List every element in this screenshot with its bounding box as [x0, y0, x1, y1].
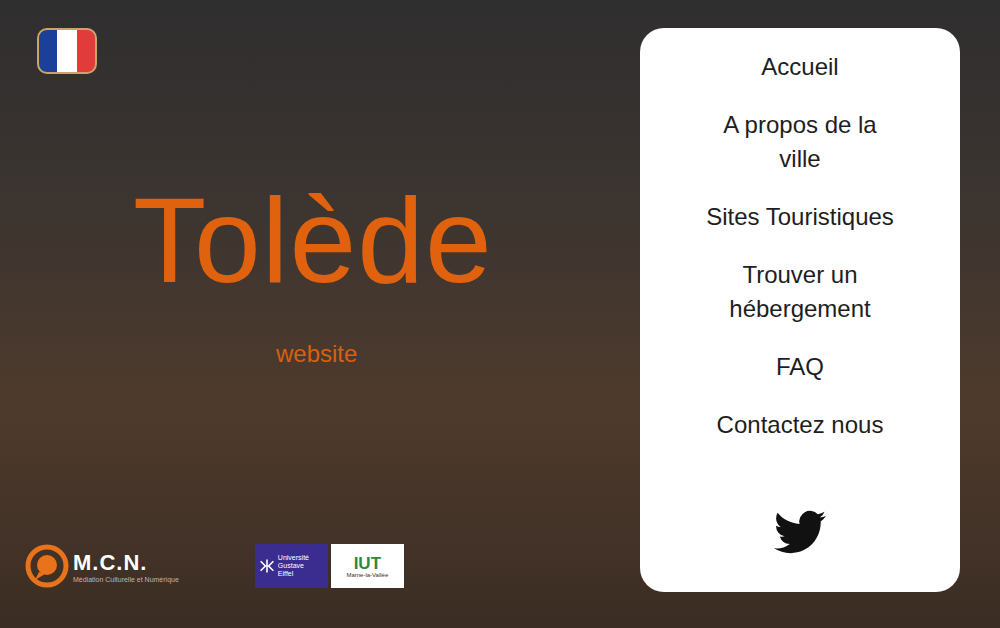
university-logos: Université Gustave Eiffel IUTMarne-la-Val… [255, 544, 404, 588]
menu-item[interactable]: Accueil [761, 50, 838, 84]
menu-panel: Accueil A propos de la ville Sites Tourist… [640, 28, 960, 592]
mcn-tagline: Médiation Culturelle et Numérique [73, 576, 179, 583]
hero: Tolède website M.C.N.Médiation Culturelle … [25, 28, 640, 592]
mcn-text: M.C.N.Médiation Culturelle et Numérique [73, 550, 179, 583]
site-subtitle: website [276, 340, 640, 368]
twitter-bird-icon[interactable] [769, 506, 831, 558]
speech-bubble-icon [25, 544, 69, 588]
menu-item[interactable]: Contactez nous [717, 408, 884, 442]
title-block: Tolède website [25, 180, 640, 368]
university-logo[interactable]: Université Gustave Eiffel [255, 544, 328, 588]
menu-item[interactable]: A propos de la ville [700, 108, 900, 176]
university-name: Université Gustave Eiffel [278, 554, 318, 578]
menu-item[interactable]: Trouver un hébergement [700, 258, 900, 326]
logo-row: M.C.N.Médiation Culturelle et Numérique U… [25, 544, 640, 592]
mcn-logo[interactable]: M.C.N.Médiation Culturelle et Numérique [25, 544, 179, 588]
site-title: Tolède [133, 180, 640, 300]
home-page: Tolède website M.C.N.Médiation Culturelle … [0, 0, 1000, 628]
iut-logo[interactable]: IUTMarne-la-Vallée [331, 544, 404, 588]
iut-place: Marne-la-Vallée [346, 572, 388, 578]
menu-item[interactable]: FAQ [776, 350, 824, 384]
menu-item[interactable]: Sites Touristiques [706, 200, 894, 234]
french-flag-icon[interactable] [37, 28, 97, 74]
iut-name: IUT [354, 555, 381, 572]
university-emblem-icon [259, 558, 275, 574]
mcn-name: M.C.N. [73, 550, 179, 576]
